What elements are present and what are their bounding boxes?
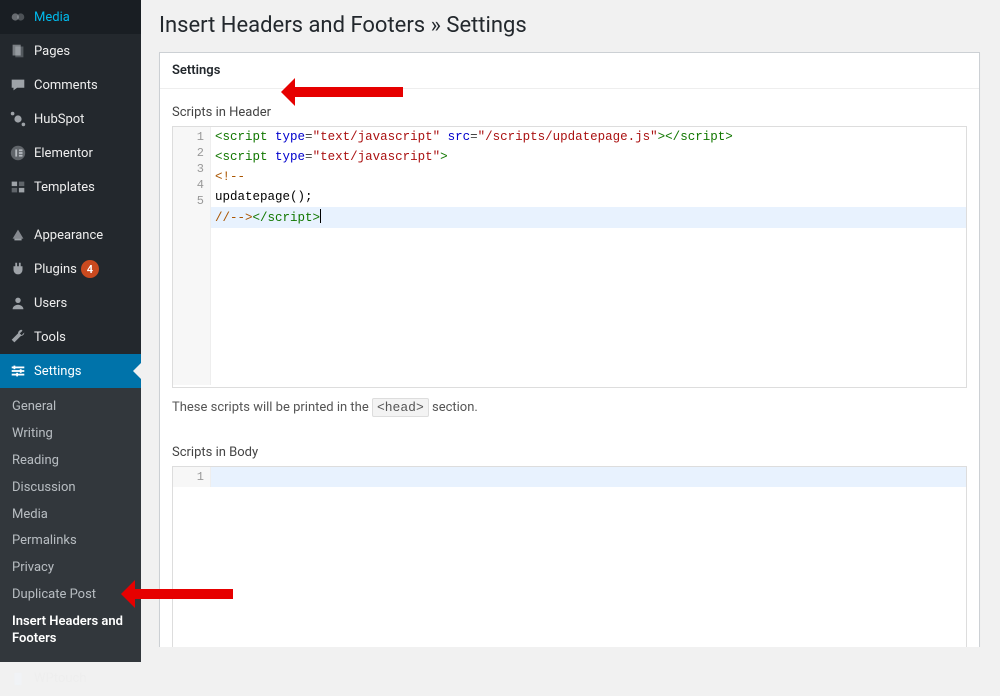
scripts-header-hint: These scripts will be printed in the <he…	[160, 394, 979, 429]
sidebar-item-label: Media	[34, 10, 70, 25]
update-badge: 4	[81, 260, 99, 278]
content-area: Insert Headers and Footers » Settings Se…	[141, 0, 1000, 647]
sidebar-item-label: Settings	[34, 364, 81, 379]
sidebar-item-media[interactable]: Media	[0, 0, 141, 34]
sidebar-item-elementor[interactable]: Elementor	[0, 136, 141, 170]
users-icon	[8, 293, 28, 313]
code-line-3[interactable]: <!--	[211, 167, 966, 187]
scripts-body-label: Scripts in Body	[160, 429, 979, 466]
appearance-icon	[8, 225, 28, 245]
sidebar-item-hubspot[interactable]: HubSpot	[0, 102, 141, 136]
line-gutter: 1	[173, 467, 211, 487]
sidebar-item-label: Appearance	[34, 228, 103, 243]
code-line-1[interactable]: <script type="text/javascript" src="/scr…	[211, 127, 966, 147]
sidebar-item-label: HubSpot	[34, 112, 84, 127]
sidebar-item-label: Tools	[34, 330, 66, 345]
sidebar-item-templates[interactable]: Templates	[0, 170, 141, 204]
submenu-item-ihf[interactable]: Insert Headers and Footers	[0, 609, 141, 653]
hubspot-icon	[8, 109, 28, 129]
elementor-icon	[8, 143, 28, 163]
scripts-header-editor[interactable]: 12345 <script type="text/javascript" src…	[172, 126, 967, 388]
code-line-4[interactable]: updatepage();	[211, 187, 966, 207]
sidebar-item-label: Comments	[34, 78, 98, 93]
sidebar-item-plugins[interactable]: Plugins 4	[0, 252, 141, 286]
sidebar-item-label: Pages	[34, 44, 70, 59]
sidebar-item-settings[interactable]: Settings	[0, 354, 141, 388]
line-gutter: 12345	[173, 127, 211, 385]
submenu-item-privacy[interactable]: Privacy	[0, 555, 141, 582]
submenu-item-media-s[interactable]: Media	[0, 502, 141, 529]
plugins-icon	[8, 259, 28, 279]
submenu-item-dup-post[interactable]: Duplicate Post	[0, 582, 141, 609]
sidebar-item-wptouch[interactable]: WPtouch	[0, 662, 141, 696]
submenu-item-writing[interactable]: Writing	[0, 421, 141, 448]
page-title: Insert Headers and Footers » Settings	[159, 13, 980, 38]
sidebar-item-label: WPtouch	[34, 671, 87, 686]
submenu-item-permalinks[interactable]: Permalinks	[0, 528, 141, 555]
code-line-5[interactable]: //--></script>	[211, 207, 966, 228]
sidebar-item-label: Elementor	[34, 146, 93, 161]
code-line-1[interactable]	[211, 467, 966, 487]
media-icon	[8, 7, 28, 27]
settings-submenu: GeneralWritingReadingDiscussionMediaPerm…	[0, 388, 141, 661]
wptouch-icon	[8, 669, 28, 689]
settings-icon	[8, 361, 28, 381]
sidebar-item-pages[interactable]: Pages	[0, 34, 141, 68]
sidebar-item-comments[interactable]: Comments	[0, 68, 141, 102]
submenu-item-reading[interactable]: Reading	[0, 448, 141, 475]
text-cursor	[320, 209, 321, 223]
templates-icon	[8, 177, 28, 197]
sidebar-item-tools[interactable]: Tools	[0, 320, 141, 354]
panel-heading: Settings	[160, 53, 979, 89]
settings-panel: Settings Scripts in Header 12345 <script…	[159, 52, 980, 647]
scripts-body-editor[interactable]: 1	[172, 466, 967, 647]
scripts-header-label: Scripts in Header	[160, 89, 979, 126]
sidebar-item-label: Plugins	[34, 262, 77, 277]
code-line-2[interactable]: <script type="text/javascript">	[211, 147, 966, 167]
sidebar-item-users[interactable]: Users	[0, 286, 141, 320]
sidebar-item-appearance[interactable]: Appearance	[0, 218, 141, 252]
admin-sidebar: Media Pages Comments HubSpot Elementor Templa…	[0, 0, 141, 647]
submenu-item-general[interactable]: General	[0, 394, 141, 421]
submenu-item-discussion[interactable]: Discussion	[0, 475, 141, 502]
page-icon	[8, 41, 28, 61]
sidebar-item-label: Templates	[34, 180, 95, 195]
comment-icon	[8, 75, 28, 95]
tools-icon	[8, 327, 28, 347]
sidebar-item-label: Users	[34, 296, 67, 311]
